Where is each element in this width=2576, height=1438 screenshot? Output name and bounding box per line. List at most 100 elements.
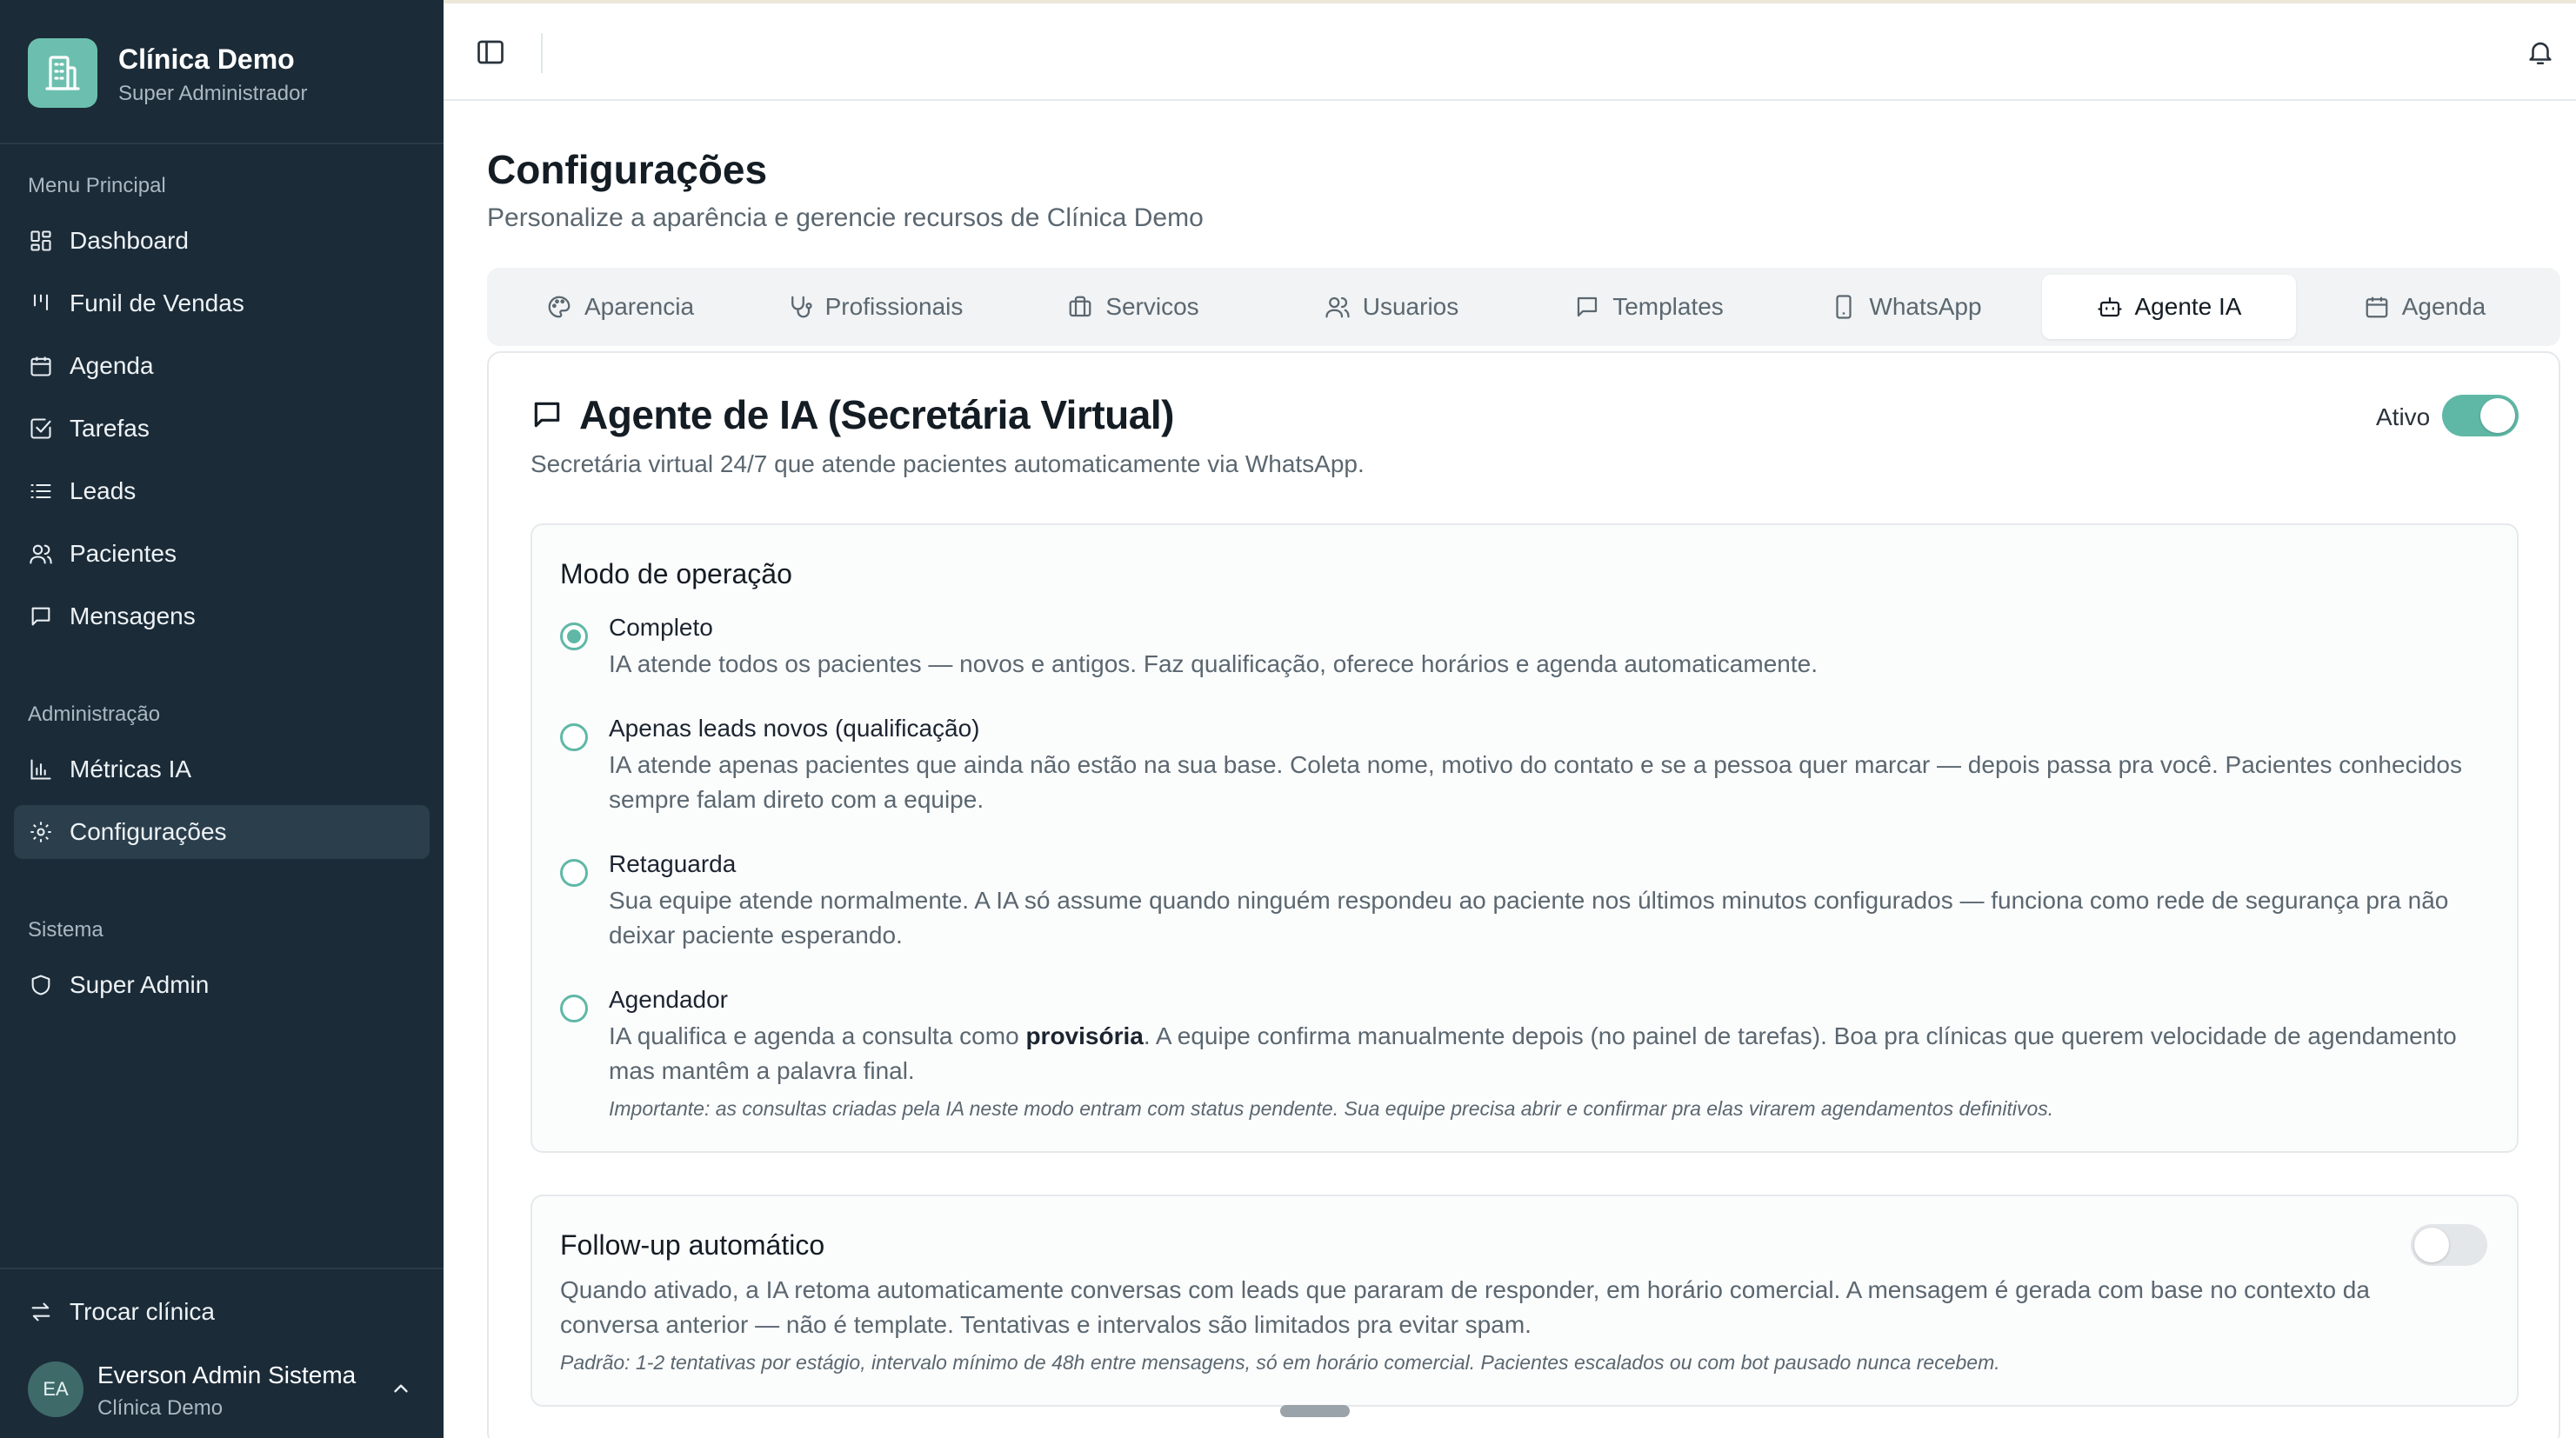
followup-note: Padrão: 1-2 tentativas por estágio, inte… <box>560 1351 2000 1374</box>
sidebar-item-label: Mensagens <box>70 602 196 629</box>
mode-option-description: IA atende apenas pacientes que ainda não… <box>609 751 2462 813</box>
description-text: IA qualifica e agenda a consulta como <box>609 1022 1026 1049</box>
mode-option-title[interactable]: Completo <box>609 614 713 642</box>
tab-label: WhatsApp <box>1869 293 1982 320</box>
mode-radio-agendador[interactable] <box>560 995 588 1022</box>
message-icon <box>1578 296 1598 317</box>
user-name[interactable]: Everson Admin Sistema <box>97 1361 356 1389</box>
mode-heading: Modo de operação <box>560 558 792 589</box>
section-label-menu-principal: Menu Principal <box>28 174 166 197</box>
tab-label: Aparencia <box>584 293 695 320</box>
sidebar: Clínica Demo Super Administrador Menu Pr… <box>0 0 444 1438</box>
brand-subtitle: Super Administrador <box>118 82 308 105</box>
scroll-handle[interactable] <box>1280 1405 1350 1417</box>
avatar: EA <box>28 1361 83 1417</box>
switch-clinic-button[interactable]: Trocar clínica <box>14 1285 430 1339</box>
section-label-sistema: Sistema <box>28 918 103 942</box>
bar-chart-icon <box>28 756 54 782</box>
tab-label: Servicos <box>1105 293 1199 320</box>
list-icon <box>28 478 54 504</box>
sidebar-item-super-admin[interactable]: Super Admin <box>14 958 430 1012</box>
sidebar-item-label: Configurações <box>70 818 227 845</box>
sidebar-item-agenda[interactable]: Agenda <box>14 339 430 393</box>
sidebar-item-label: Pacientes <box>70 540 177 567</box>
sidebar-item-configuracoes[interactable]: Configurações <box>14 805 430 859</box>
agent-title: Agente de IA (Secretária Virtual) <box>579 392 1174 437</box>
user-clinic: Clínica Demo <box>97 1396 224 1420</box>
topbar-divider <box>541 33 543 73</box>
mode-option-title[interactable]: Apenas leads novos (qualificação) <box>609 715 979 742</box>
page-subtitle: Personalize a aparência e gerencie recur… <box>487 203 1204 232</box>
tab-agenda[interactable]: Agenda <box>2296 275 2553 339</box>
users-icon <box>28 541 54 567</box>
mode-option-description: IA qualifica e agenda a consulta como pr… <box>609 1019 2487 1088</box>
tab-label: Usuarios <box>1362 293 1459 320</box>
sidebar-item-label: Tarefas <box>70 415 150 442</box>
calendar-icon <box>2366 296 2388 318</box>
settings-tabs: Aparencia Profissionais Servicos Usuario… <box>487 268 2560 346</box>
building-icon <box>28 38 97 108</box>
page-title: Configurações <box>487 147 768 192</box>
sidebar-item-label: Métricas IA <box>70 756 192 782</box>
switch-clinic-label: Trocar clínica <box>70 1298 216 1325</box>
sidebar-item-mensagens[interactable]: Mensagens <box>14 589 430 643</box>
agent-active-label: Ativo <box>2376 403 2431 430</box>
mode-radio-completo[interactable] <box>560 622 588 650</box>
sidebar-toggle-icon[interactable] <box>475 37 506 68</box>
tab-agente-ia[interactable]: Agente IA <box>2042 275 2296 339</box>
sidebar-item-tarefas[interactable]: Tarefas <box>14 402 430 456</box>
agent-description: Secretária virtual 24/7 que atende pacie… <box>531 450 1365 477</box>
mode-option-title[interactable]: Retaguarda <box>609 850 736 878</box>
sidebar-item-pacientes[interactable]: Pacientes <box>14 527 430 581</box>
dashboard-icon <box>28 228 54 254</box>
calendar-icon <box>28 353 54 379</box>
section-label-administracao: Administração <box>28 702 161 726</box>
tab-whatsapp[interactable]: WhatsApp <box>1778 275 2035 339</box>
agent-active-toggle[interactable] <box>2442 395 2519 436</box>
mode-option-description: Sua equipe atende normalmente. A IA só a… <box>609 887 2449 949</box>
mode-radio-apenas-leads-novos[interactable] <box>560 723 588 751</box>
sidebar-item-label: Super Admin <box>70 971 210 998</box>
phone-icon <box>1836 295 1852 319</box>
topbar <box>444 0 2576 101</box>
sidebar-item-label: Funil de Vendas <box>70 290 244 316</box>
shield-icon <box>28 972 54 998</box>
sidebar-footer: Trocar clínica EA Everson Admin Sistema … <box>0 1268 444 1438</box>
palette-icon <box>548 296 571 318</box>
mode-option-description: IA atende todos os pacientes — novos e a… <box>609 650 1818 677</box>
tab-servicos[interactable]: Servicos <box>1004 275 1263 339</box>
gear-icon <box>28 819 54 845</box>
bot-icon <box>2097 296 2122 317</box>
sidebar-item-metricas-ia[interactable]: Métricas IA <box>14 742 430 796</box>
tab-templates[interactable]: Templates <box>1520 275 1778 339</box>
stethoscope-icon <box>791 296 812 318</box>
followup-heading: Follow-up automático <box>560 1229 825 1261</box>
sidebar-item-label: Leads <box>70 477 137 504</box>
sidebar-item-dashboard[interactable]: Dashboard <box>14 214 430 268</box>
brand-header[interactable]: Clínica Demo Super Administrador <box>0 0 444 144</box>
mode-option-title[interactable]: Agendador <box>609 986 728 1014</box>
mode-radio-retaguarda[interactable] <box>560 859 588 887</box>
tab-label: Agente IA <box>2134 293 2242 320</box>
chevron-up-icon[interactable] <box>390 1377 412 1400</box>
checkbox-icon <box>28 416 54 442</box>
swap-icon <box>28 1299 54 1325</box>
sidebar-item-label: Agenda <box>70 352 154 379</box>
tab-label: Profissionais <box>824 293 964 320</box>
tab-profissionais[interactable]: Profissionais <box>746 275 1004 339</box>
followup-toggle[interactable] <box>2411 1224 2487 1266</box>
message-icon <box>534 402 560 428</box>
tab-usuarios[interactable]: Usuarios <box>1263 275 1520 339</box>
sidebar-item-leads[interactable]: Leads <box>14 464 430 518</box>
funnel-icon <box>28 290 54 316</box>
tab-aparencia[interactable]: Aparencia <box>494 275 746 339</box>
followup-description: Quando ativado, a IA retoma automaticame… <box>560 1276 2370 1338</box>
tab-label: Templates <box>1612 293 1724 320</box>
bell-icon[interactable] <box>2526 37 2555 68</box>
briefcase-icon <box>1069 296 1091 317</box>
sidebar-item-funil-de-vendas[interactable]: Funil de Vendas <box>14 276 430 330</box>
brand-title: Clínica Demo <box>118 43 295 75</box>
tab-label: Agenda <box>2401 293 2486 320</box>
sidebar-item-label: Dashboard <box>70 227 189 254</box>
users-icon <box>1325 296 1350 318</box>
